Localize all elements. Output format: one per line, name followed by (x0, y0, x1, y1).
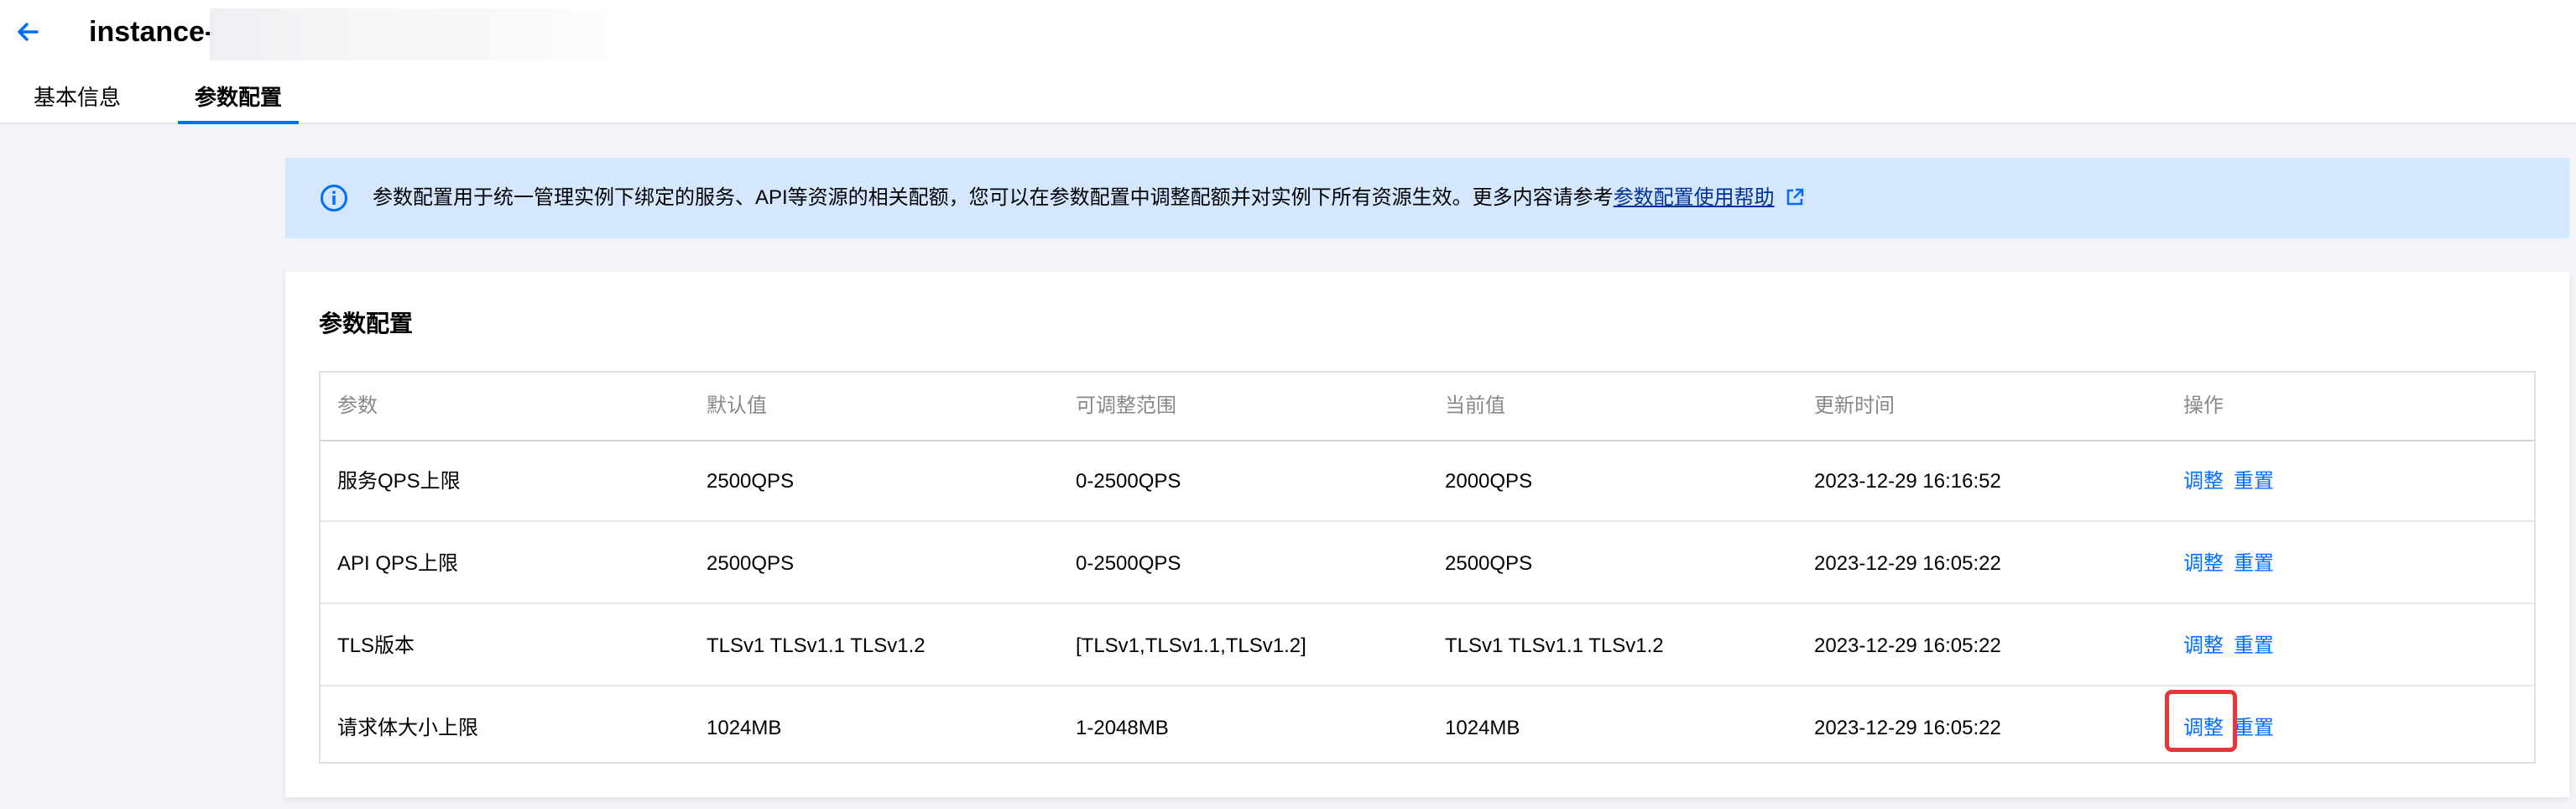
column-header-actions: 操作 (2183, 394, 2224, 417)
tab-parameter-config[interactable]: 参数配置 (178, 81, 300, 124)
cell-current: 2000QPS (1445, 470, 1533, 493)
reset-button[interactable]: 重置 (2234, 688, 2274, 769)
adjust-button[interactable]: 调整 (2183, 441, 2224, 522)
back-button[interactable] (12, 15, 45, 49)
cell-updated: 2023-12-29 16:05:22 (1814, 552, 2001, 575)
cell-default: TLSv1 TLSv1.1 TLSv1.2 (707, 634, 926, 657)
cell-current: 1024MB (1445, 717, 1520, 739)
cell-default: 1024MB (707, 717, 782, 739)
cell-param: 服务QPS上限 (337, 470, 461, 493)
cell-updated: 2023-12-29 16:05:22 (1814, 717, 2001, 739)
info-banner: 参数配置用于统一管理实例下绑定的服务、API等资源的相关配额，您可以在参数配置中… (285, 158, 2569, 238)
cell-range: 0-2500QPS (1076, 552, 1181, 575)
cell-param: TLS版本 (337, 634, 415, 657)
help-doc-link[interactable]: 参数配置使用帮助 (1614, 186, 1775, 209)
column-header-current: 当前值 (1445, 394, 1505, 417)
column-header-default: 默认值 (707, 394, 767, 417)
parameter-table: 参数 默认值 可调整范围 当前值 更新时间 操作 服务QPS上限 2500QPS… (319, 371, 2536, 764)
adjust-button[interactable]: 调整 (2183, 606, 2224, 686)
cell-range: 1-2048MB (1076, 717, 1169, 739)
column-header-updated: 更新时间 (1814, 394, 1895, 417)
table-row: 服务QPS上限 2500QPS 0-2500QPS 2000QPS 2023-1… (321, 441, 2534, 522)
cell-updated: 2023-12-29 16:16:52 (1814, 470, 2001, 493)
arrow-left-icon (18, 23, 39, 41)
table-row: TLS版本 TLSv1 TLSv1.1 TLSv1.2 [TLSv1,TLSv1… (321, 606, 2534, 686)
info-banner-message: 参数配置用于统一管理实例下绑定的服务、API等资源的相关配额，您可以在参数配置中… (373, 186, 1614, 209)
info-banner-text: 参数配置用于统一管理实例下绑定的服务、API等资源的相关配额，您可以在参数配置中… (373, 183, 1805, 213)
column-header-param: 参数 (337, 394, 378, 417)
cell-current: 2500QPS (1445, 552, 1533, 575)
cell-default: 2500QPS (707, 552, 795, 575)
external-link-icon[interactable] (1785, 187, 1805, 207)
cell-current: TLSv1 TLSv1.1 TLSv1.2 (1445, 634, 1664, 657)
table-row: API QPS上限 2500QPS 0-2500QPS 2500QPS 2023… (321, 524, 2534, 604)
parameter-config-card: 参数配置 参数 默认值 可调整范围 当前值 更新时间 操作 服务QPS上限 25… (285, 272, 2569, 797)
cell-range: [TLSv1,TLSv1.1,TLSv1.2] (1076, 634, 1306, 657)
tab-basic-info[interactable]: 基本信息 (34, 81, 121, 124)
column-header-range: 可调整范围 (1076, 394, 1176, 417)
cell-default: 2500QPS (707, 470, 795, 493)
cell-updated: 2023-12-29 16:05:22 (1814, 634, 2001, 657)
table-header: 参数 默认值 可调整范围 当前值 更新时间 操作 (321, 373, 2534, 441)
card-title: 参数配置 (319, 311, 414, 337)
adjust-button[interactable]: 调整 (2183, 688, 2224, 769)
cell-param: 请求体大小上限 (337, 717, 478, 739)
redacted-instance-id (210, 8, 671, 60)
page-header: instance- 基本信息 参数配置 (0, 0, 2576, 124)
reset-button[interactable]: 重置 (2234, 441, 2274, 522)
reset-button[interactable]: 重置 (2234, 524, 2274, 604)
table-row: 请求体大小上限 1024MB 1-2048MB 1024MB 2023-12-2… (321, 688, 2534, 769)
info-icon (321, 185, 347, 211)
reset-button[interactable]: 重置 (2234, 606, 2274, 686)
adjust-button[interactable]: 调整 (2183, 524, 2224, 604)
cell-param: API QPS上限 (337, 552, 459, 575)
cell-range: 0-2500QPS (1076, 470, 1181, 493)
page-title: instance- (89, 16, 215, 48)
